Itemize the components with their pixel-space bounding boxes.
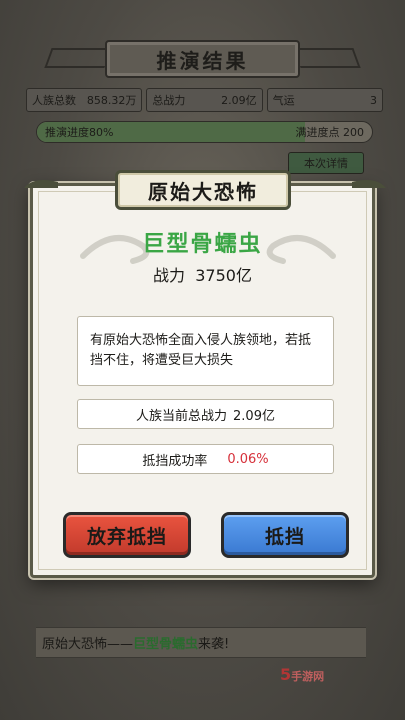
monster-power: 战力 3750亿 bbox=[33, 262, 372, 286]
event-log: 原始大恐怖—— 巨型骨蠕虫 来袭! bbox=[36, 598, 366, 660]
log-suffix: 来袭! bbox=[198, 637, 230, 652]
watermark-number: 5 bbox=[280, 665, 292, 684]
page-title: 推演结果 bbox=[105, 40, 300, 78]
log-line: 原始大恐怖—— 巨型骨蠕虫 来袭! bbox=[36, 628, 366, 658]
dialog-left-horn bbox=[24, 180, 58, 188]
details-button[interactable]: 本次详情 bbox=[288, 152, 364, 174]
total-power-label: 人族当前总战力 bbox=[136, 408, 228, 424]
progress-bar: 推演进度80% 满进度点 200 bbox=[36, 121, 373, 143]
stat-fortune: 气运 3 bbox=[266, 88, 383, 112]
stat-population-label: 人族总数 bbox=[32, 94, 76, 107]
total-power-box: 人族当前总战力 2.09亿 bbox=[77, 399, 334, 429]
stat-population: 人族总数 858.32万 bbox=[26, 88, 143, 112]
dialog-title: 原始大恐怖 bbox=[115, 170, 291, 210]
total-power-value: 2.09亿 bbox=[233, 408, 275, 424]
watermark-logo: 5手游网 bbox=[280, 665, 324, 684]
banner-right-ornament bbox=[293, 48, 361, 68]
resist-button[interactable]: 抵挡 bbox=[221, 512, 349, 558]
resist-rate-value: 0.06% bbox=[227, 451, 269, 467]
abandon-button[interactable]: 放弃抵挡 bbox=[63, 512, 191, 558]
power-label: 战力 bbox=[153, 266, 186, 285]
progress-full-label: 满进度点 200 bbox=[295, 126, 365, 139]
resist-rate-label: 抵挡成功率 bbox=[142, 453, 208, 469]
invasion-dialog: 巨型骨蠕虫 战力 3750亿 有原始大恐怖全面入侵人族领地，若抵挡不住，将遭受巨… bbox=[30, 183, 375, 578]
power-value: 3750亿 bbox=[195, 266, 252, 285]
stat-fortune-value: 3 bbox=[369, 93, 377, 107]
banner-left-ornament bbox=[44, 48, 112, 68]
stat-total-power-label: 总战力 bbox=[152, 94, 186, 107]
stat-total-power-value: 2.09亿 bbox=[221, 94, 257, 107]
stats-row: 人族总数 858.32万 总战力 2.09亿 气运 3 bbox=[26, 88, 383, 112]
progress-label: 推演进度80% bbox=[45, 126, 114, 139]
stat-fortune-label: 气运 bbox=[272, 94, 295, 107]
stat-total-power: 总战力 2.09亿 bbox=[146, 88, 263, 112]
log-prefix: 原始大恐怖—— bbox=[42, 637, 134, 652]
watermark-suffix: 手游网 bbox=[291, 670, 325, 683]
log-monster-name: 巨型骨蠕虫 bbox=[133, 637, 199, 652]
dialog-right-horn bbox=[352, 180, 386, 188]
resist-rate-box: 抵挡成功率 0.06% bbox=[77, 444, 334, 474]
log-line-obscured bbox=[36, 598, 366, 628]
stat-population-value: 858.32万 bbox=[86, 94, 137, 107]
invasion-description: 有原始大恐怖全面入侵人族领地，若抵挡不住，将遭受巨大损失 bbox=[77, 316, 334, 386]
monster-name: 巨型骨蠕虫 bbox=[142, 232, 263, 257]
